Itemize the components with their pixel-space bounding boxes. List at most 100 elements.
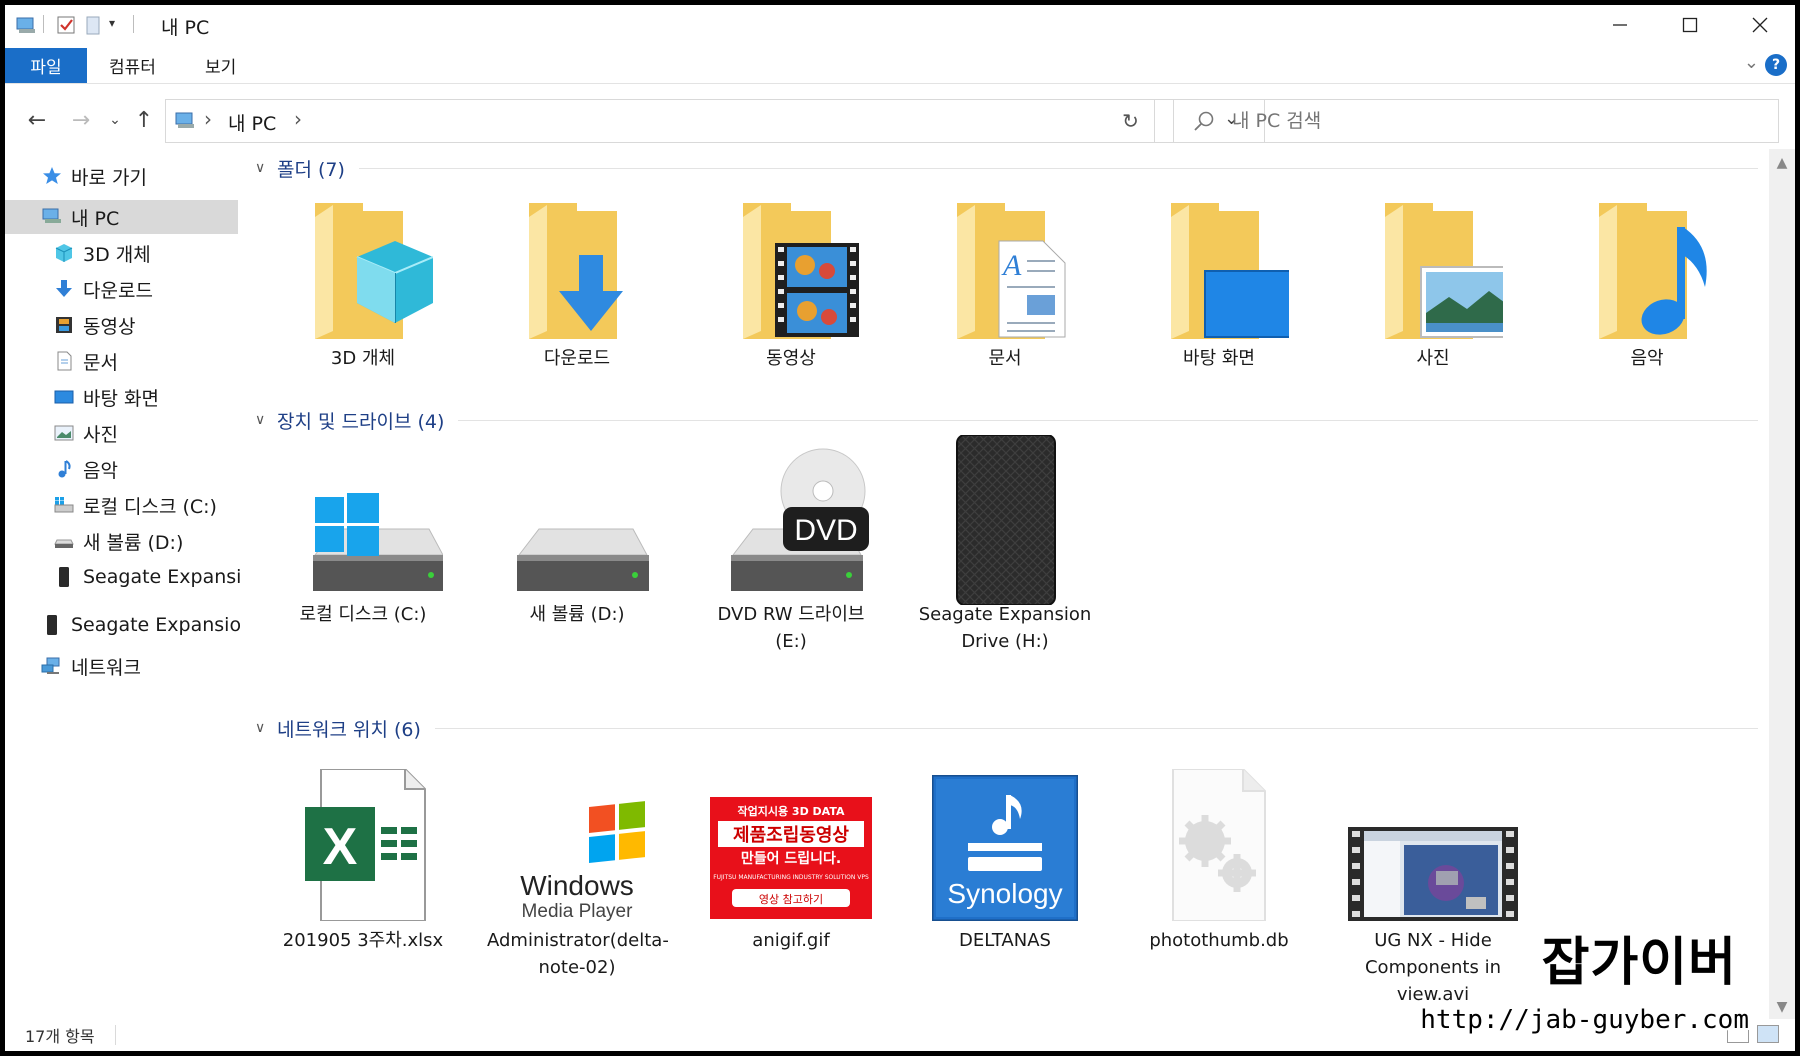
dvd-drive-icon: DVD: [731, 448, 869, 591]
nav-item-label: 문서: [83, 351, 118, 374]
content-pane: ∨ 폴더 (7) 3D 개체 다운로드 동영상 A 문서 바탕 화면 사진 음악…: [249, 149, 1764, 1019]
properties-icon[interactable]: [55, 14, 77, 36]
help-button[interactable]: ?: [1765, 54, 1787, 76]
3d-objects-folder-icon: [315, 203, 433, 339]
group-header-folders[interactable]: ∨ 폴더 (7): [249, 151, 1764, 185]
tab-file[interactable]: 파일: [5, 48, 87, 83]
up-button[interactable]: ↑: [129, 105, 159, 135]
nav-item-label: 사진: [83, 423, 118, 446]
group-label: 폴더 (7): [277, 158, 345, 181]
tile-label: 3D 개체: [330, 348, 396, 369]
separator: [43, 15, 44, 33]
breadcrumb-separator[interactable]: ›: [204, 107, 212, 131]
picture-icon: [53, 423, 75, 443]
folder-music[interactable]: 음악: [1557, 189, 1737, 372]
vertical-scrollbar[interactable]: ▲ ▼: [1769, 149, 1795, 1019]
address-bar[interactable]: › 내 PC › ⌄: [165, 99, 1265, 143]
folder-desktop[interactable]: 바탕 화면: [1129, 189, 1309, 372]
tile-label: photothumb.db: [1149, 930, 1289, 951]
gif-text-2: 제품조립동영상: [733, 825, 849, 846]
refresh-button[interactable]: ↻: [1107, 99, 1155, 143]
network-item-photothumb[interactable]: photothumb.db: [1129, 769, 1309, 954]
wmp-line2: Media Player: [522, 901, 634, 921]
nav-item-music[interactable]: 음악: [5, 452, 240, 486]
refresh-icon: ↻: [1122, 109, 1139, 133]
close-button[interactable]: [1725, 5, 1795, 45]
star-icon: [41, 166, 63, 186]
tile-label: anigif.gif: [752, 930, 830, 951]
nav-item-quick-access[interactable]: 바로 가기: [5, 159, 240, 193]
maximize-button[interactable]: [1655, 5, 1725, 45]
scroll-up-icon[interactable]: ▲: [1769, 155, 1795, 171]
network-item-ugnx-video[interactable]: UG NX - Hide Components in view.avi: [1343, 771, 1523, 1008]
nav-item-seagate-h[interactable]: Seagate Expansion Drive (H:): [5, 560, 240, 594]
folder-downloads[interactable]: 다운로드: [487, 189, 667, 372]
download-icon: [53, 279, 75, 299]
recent-locations-button[interactable]: ⌄: [105, 105, 125, 135]
group-header-drives[interactable]: ∨ 장치 및 드라이브 (4): [249, 403, 1764, 437]
forward-button[interactable]: →: [63, 105, 99, 135]
arrow-right-icon: →: [71, 107, 91, 133]
nav-item-videos[interactable]: 동영상: [5, 308, 240, 342]
drive-icon: [517, 528, 649, 591]
maximize-icon: [1682, 17, 1698, 33]
nav-item-my-pc[interactable]: 내 PC: [5, 200, 238, 234]
nav-item-label: 내 PC: [71, 207, 120, 230]
tile-label: 문서: [988, 348, 1022, 369]
nav-item-3d-objects[interactable]: 3D 개체: [5, 236, 240, 270]
drive-seagate-h[interactable]: Seagate Expansion Drive (H:): [915, 435, 1095, 655]
drive-dvd-e[interactable]: DVD DVD RW 드라이브 (E:): [701, 445, 881, 655]
nav-item-label: 음악: [83, 459, 118, 482]
nav-item-volume-d[interactable]: 새 볼륨 (D:): [5, 524, 240, 558]
chevron-down-icon: ∨: [255, 720, 266, 736]
external-drive-icon: [956, 435, 1056, 605]
gif-image-icon: 작업지시용 3D DATA 제품조립동영상 만들어 드립니다. FUJITSU …: [710, 797, 872, 919]
network-item-xlsx[interactable]: X 201905 3주차.xlsx: [273, 769, 453, 954]
drive-local-c[interactable]: 로컬 디스크 (C:): [273, 445, 453, 628]
large-icons-view-button[interactable]: [1757, 1025, 1779, 1043]
customize-toolbar-icon[interactable]: ▾: [109, 16, 131, 38]
chevron-down-icon: ∨: [255, 412, 266, 428]
tile-label: DELTANAS: [959, 930, 1051, 951]
nav-item-label: 바탕 화면: [83, 387, 159, 410]
folder-3d-objects[interactable]: 3D 개체: [273, 189, 453, 372]
breadcrumb-item-my-pc[interactable]: 내 PC: [228, 109, 276, 136]
tab-computer[interactable]: 컴퓨터: [109, 48, 156, 83]
new-folder-icon[interactable]: [83, 14, 105, 36]
back-button[interactable]: ←: [19, 105, 55, 135]
group-header-network[interactable]: ∨ 네트워크 위치 (6): [249, 711, 1764, 745]
nav-item-seagate-h-root[interactable]: Seagate Expansion Drive (H:): [5, 608, 240, 642]
expand-ribbon-icon[interactable]: ⌄: [1744, 52, 1759, 73]
tab-view[interactable]: 보기: [205, 48, 236, 83]
drive-icon: [53, 531, 75, 551]
excel-file-icon: X: [305, 769, 426, 921]
network-item-deltanas[interactable]: Synology DELTANAS: [915, 771, 1095, 954]
nav-item-local-disk-c[interactable]: 로컬 디스크 (C:): [5, 488, 240, 522]
folder-documents[interactable]: A 문서: [915, 189, 1095, 372]
window-title: 내 PC: [161, 17, 210, 39]
search-input[interactable]: [1232, 108, 1732, 134]
document-icon: [53, 351, 75, 371]
external-drive-icon: [53, 567, 75, 587]
drive-volume-d[interactable]: 새 볼륨 (D:): [487, 445, 667, 628]
arrow-up-icon: ↑: [134, 107, 154, 133]
scroll-down-icon[interactable]: ▼: [1769, 999, 1795, 1015]
chevron-down-icon: ∨: [255, 160, 266, 176]
videos-folder-icon: [743, 203, 859, 339]
nav-item-network[interactable]: 네트워크: [5, 649, 240, 683]
external-drive-icon: [41, 615, 63, 635]
nav-item-documents[interactable]: 문서: [5, 344, 240, 378]
nav-item-pictures[interactable]: 사진: [5, 416, 240, 450]
minimize-button[interactable]: [1585, 5, 1655, 45]
gif-text-5: 영상 참고하기: [759, 892, 823, 906]
network-item-administrator[interactable]: Windows Media Player Administrator(delta…: [487, 771, 669, 981]
folder-pictures[interactable]: 사진: [1343, 189, 1523, 372]
nav-item-downloads[interactable]: 다운로드: [5, 272, 240, 306]
close-icon: [1752, 17, 1768, 33]
divider: [115, 1025, 116, 1045]
breadcrumb-separator[interactable]: ›: [294, 107, 302, 131]
network-item-anigif[interactable]: 작업지시용 3D DATA 제품조립동영상 만들어 드립니다. FUJITSU …: [701, 771, 881, 954]
nav-item-desktop[interactable]: 바탕 화면: [5, 380, 240, 414]
search-box[interactable]: [1173, 99, 1779, 143]
folder-videos[interactable]: 동영상: [701, 189, 881, 372]
